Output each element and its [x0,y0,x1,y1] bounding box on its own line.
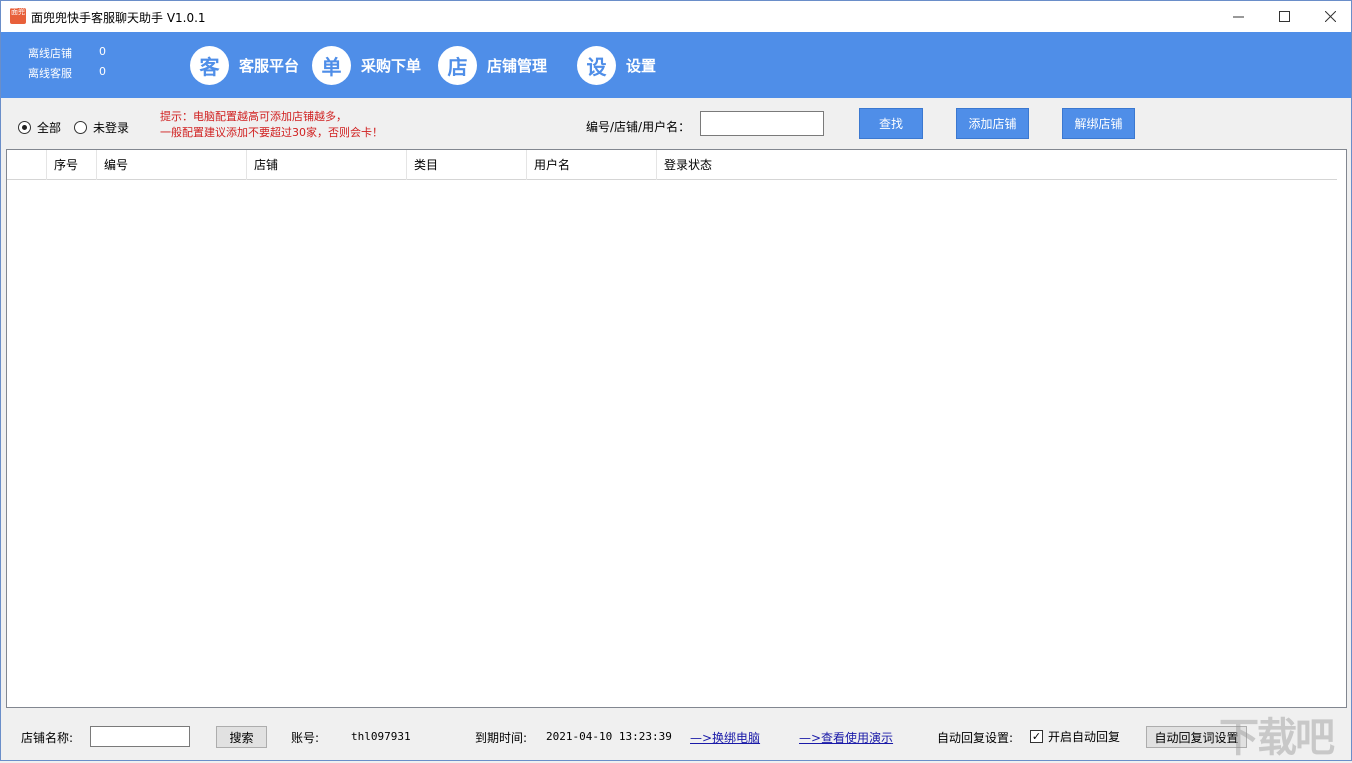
nav-label: 店铺管理 [487,56,548,75]
unbind-shop-button[interactable]: 解绑店铺 [1062,108,1135,139]
shop-name-input[interactable] [90,726,190,747]
add-shop-button[interactable]: 添加店铺 [956,108,1029,139]
title-bar[interactable]: 面兜 面兜兜快手客服聊天助手 V1.0.1 [1,1,1351,32]
radio-checked-icon [18,121,31,134]
app-logo-icon: 面兜 [10,8,26,24]
nav-shop-management[interactable]: 店 店铺管理 [438,44,547,86]
offline-agents-label: 离线客服 [28,67,72,80]
shop-table[interactable]: 序号 编号 店铺 类目 用户名 登录状态 [6,149,1347,708]
shop-name-label: 店铺名称: [21,731,74,745]
change-pc-link[interactable]: —>换绑电脑 [690,729,760,746]
column-header-category[interactable]: 类目 [407,150,527,180]
minimize-button[interactable] [1215,1,1261,32]
checkmark-icon: ✓ [1030,730,1043,743]
auto-reply-checkbox-label: 开启自动回复 [1048,730,1121,744]
customer-service-icon: 客 [190,45,229,85]
radio-label: 未登录 [93,121,130,135]
offline-agents-count: 0 [99,65,106,78]
radio-not-logged-in[interactable]: 未登录 [74,119,129,136]
expire-value: 2021-04-10 13:23:39 [546,730,672,743]
account-label: 账号: [291,731,320,745]
hint-line: 一般配置建议添加不要超过30家，否则会卡！ [160,126,383,139]
shop-icon: 店 [438,45,477,85]
settings-icon: 设 [577,45,616,85]
search-button[interactable]: 搜索 [216,726,267,748]
nav-purchase-order[interactable]: 单 采购下单 [312,44,421,86]
column-header-shop[interactable]: 店铺 [247,150,407,180]
watermark-logo: 下载吧 [1219,715,1335,761]
maximize-icon [1278,11,1290,22]
view-demo-link[interactable]: —>查看使用演示 [799,729,893,746]
order-icon: 单 [312,45,351,85]
nav-label: 客服平台 [239,56,300,75]
expire-label: 到期时间: [475,731,528,745]
account-value: thl097931 [351,730,411,743]
maximize-button[interactable] [1261,1,1307,32]
top-header: 离线店铺 0 离线客服 0 客 客服平台 单 采购下单 店 店铺管理 设 设置 [1,32,1351,98]
column-header-username[interactable]: 用户名 [527,150,657,180]
auto-reply-checkbox[interactable]: ✓ 开启自动回复 [1030,728,1120,745]
offline-shops-count: 0 [99,45,106,58]
nav-label: 设置 [626,56,657,75]
hint-line: 提示：电脑配置越高可添加店铺越多， [160,110,347,123]
close-button[interactable] [1307,1,1352,32]
window-title: 面兜兜快手客服聊天助手 V1.0.1 [31,11,206,25]
offline-shops-label: 离线店铺 [28,47,72,60]
radio-label: 全部 [37,121,62,135]
column-header-id[interactable]: 编号 [97,150,247,180]
close-icon [1324,11,1336,22]
nav-settings[interactable]: 设 设置 [577,44,656,86]
find-button[interactable]: 查找 [859,108,923,139]
column-header-select[interactable] [7,150,47,180]
auto-reply-settings-label: 自动回复设置: [937,731,1014,745]
nav-customer-service[interactable]: 客 客服平台 [190,44,299,86]
search-input[interactable] [700,111,824,136]
table-header: 序号 编号 店铺 类目 用户名 登录状态 [7,150,1337,180]
nav-label: 采购下单 [361,56,422,75]
config-hint: 提示：电脑配置越高可添加店铺越多， 一般配置建议添加不要超过30家，否则会卡！ [160,109,383,141]
radio-unchecked-icon [74,121,87,134]
search-label: 编号/店铺/用户名： [586,120,691,134]
column-header-login-status[interactable]: 登录状态 [657,150,1337,180]
column-header-index[interactable]: 序号 [47,150,97,180]
app-window: 面兜 面兜兜快手客服聊天助手 V1.0.1 离线店铺 0 离线客服 0 客 客服… [0,0,1352,761]
radio-all[interactable]: 全部 [18,119,61,136]
minimize-icon [1232,16,1244,18]
